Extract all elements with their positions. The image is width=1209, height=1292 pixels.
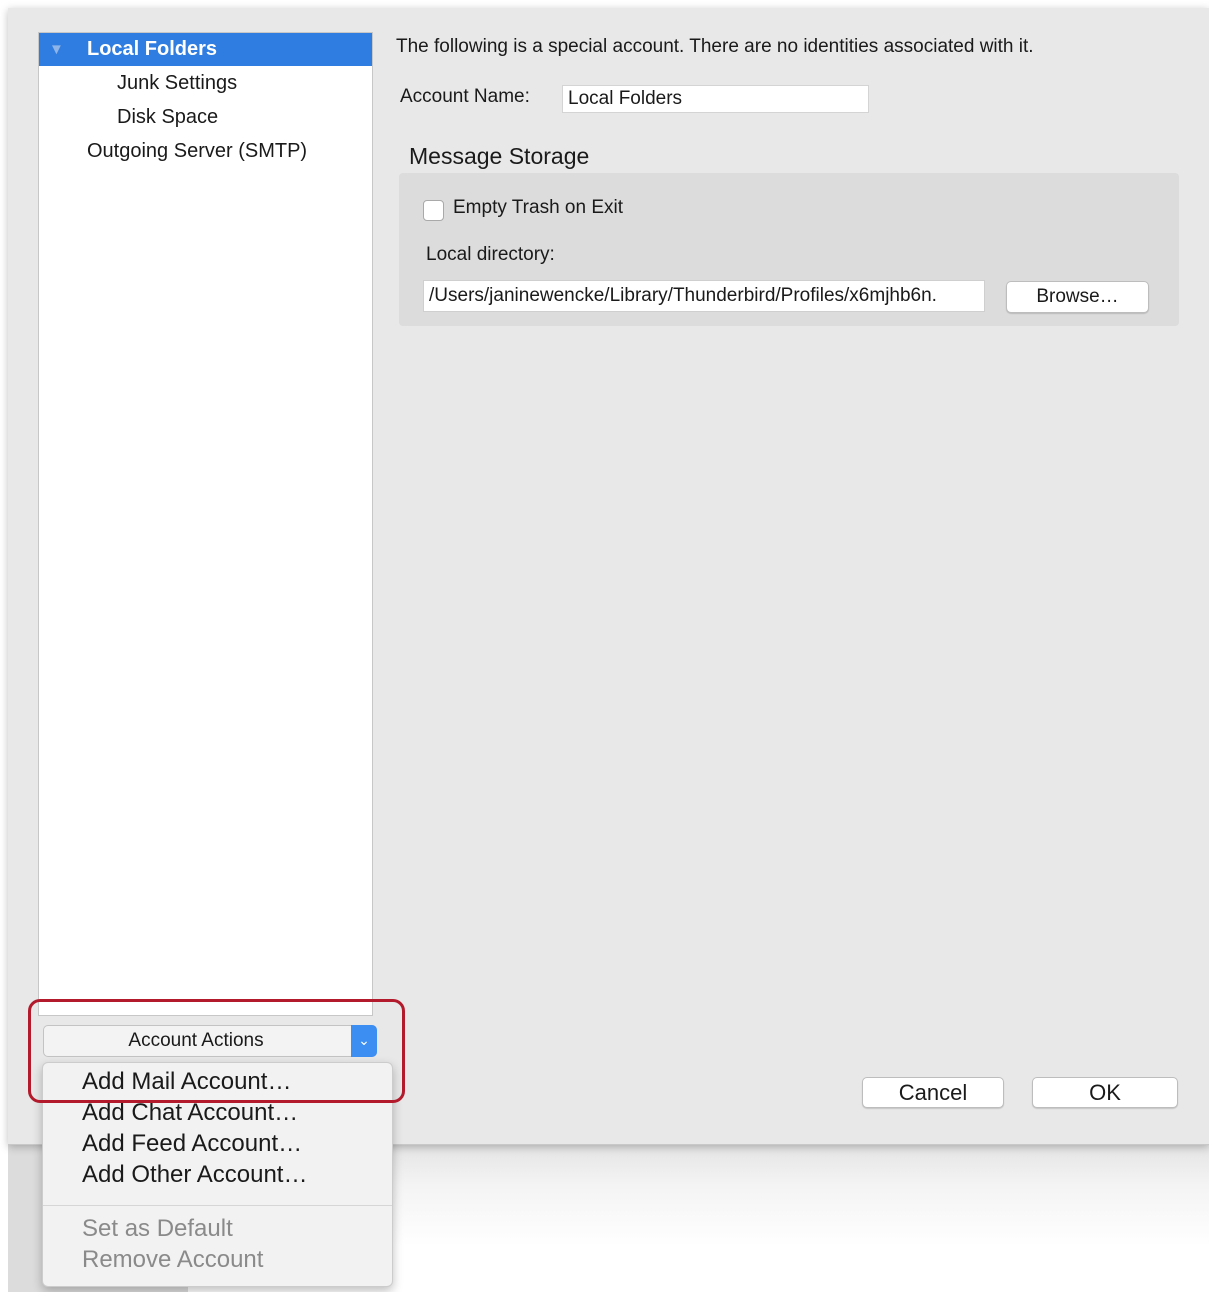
tree-item-disk-space[interactable]: Disk Space (39, 101, 372, 134)
tree-item-local-folders[interactable]: ▼ Local Folders (39, 33, 372, 66)
account-name-label: Account Name: (400, 86, 530, 107)
browse-button[interactable]: Browse… (1006, 281, 1149, 313)
message-storage-group: Empty Trash on Exit Local directory: Bro… (399, 173, 1179, 326)
local-directory-label: Local directory: (426, 244, 555, 265)
tree-item-junk-settings[interactable]: Junk Settings (39, 67, 372, 100)
ok-button[interactable]: OK (1032, 1077, 1178, 1108)
account-actions-dropdown[interactable]: Account Actions ⌄ (43, 1025, 377, 1057)
tree-item-label: Local Folders (87, 38, 218, 60)
triangle-down-icon[interactable]: ▼ (49, 33, 64, 66)
menu-item-remove-account: Remove Account (82, 1246, 264, 1273)
tree-item-label: Disk Space (117, 106, 219, 128)
empty-trash-label[interactable]: Empty Trash on Exit (453, 197, 623, 219)
account-actions-label: Account Actions (128, 1030, 264, 1051)
menu-item-add-mail-account[interactable]: Add Mail Account… (82, 1066, 291, 1097)
account-settings-window: ▼ Local Folders Junk Settings Disk Space… (8, 8, 1209, 1145)
account-tree: ▼ Local Folders Junk Settings Disk Space… (38, 32, 373, 1016)
menu-item-add-feed-account[interactable]: Add Feed Account… (82, 1128, 302, 1159)
tree-item-label: Junk Settings (117, 72, 238, 94)
menu-item-add-other-account[interactable]: Add Other Account… (82, 1159, 307, 1190)
message-storage-title: Message Storage (409, 143, 590, 169)
empty-trash-checkbox[interactable] (423, 200, 444, 221)
intro-text: The following is a special account. Ther… (396, 36, 1034, 57)
local-directory-input[interactable] (423, 280, 985, 312)
menu-item-add-chat-account[interactable]: Add Chat Account… (82, 1097, 298, 1128)
cancel-button[interactable]: Cancel (862, 1077, 1004, 1108)
menu-item-set-as-default: Set as Default (82, 1215, 233, 1242)
tree-item-label: Outgoing Server (SMTP) (87, 140, 308, 162)
account-name-input[interactable] (562, 85, 869, 113)
tree-item-outgoing-server[interactable]: Outgoing Server (SMTP) (39, 135, 372, 168)
chevron-down-icon[interactable]: ⌄ (351, 1025, 377, 1057)
menu-separator (43, 1205, 392, 1206)
account-actions-menu: Add Mail Account… Add Chat Account… Add … (42, 1062, 393, 1287)
